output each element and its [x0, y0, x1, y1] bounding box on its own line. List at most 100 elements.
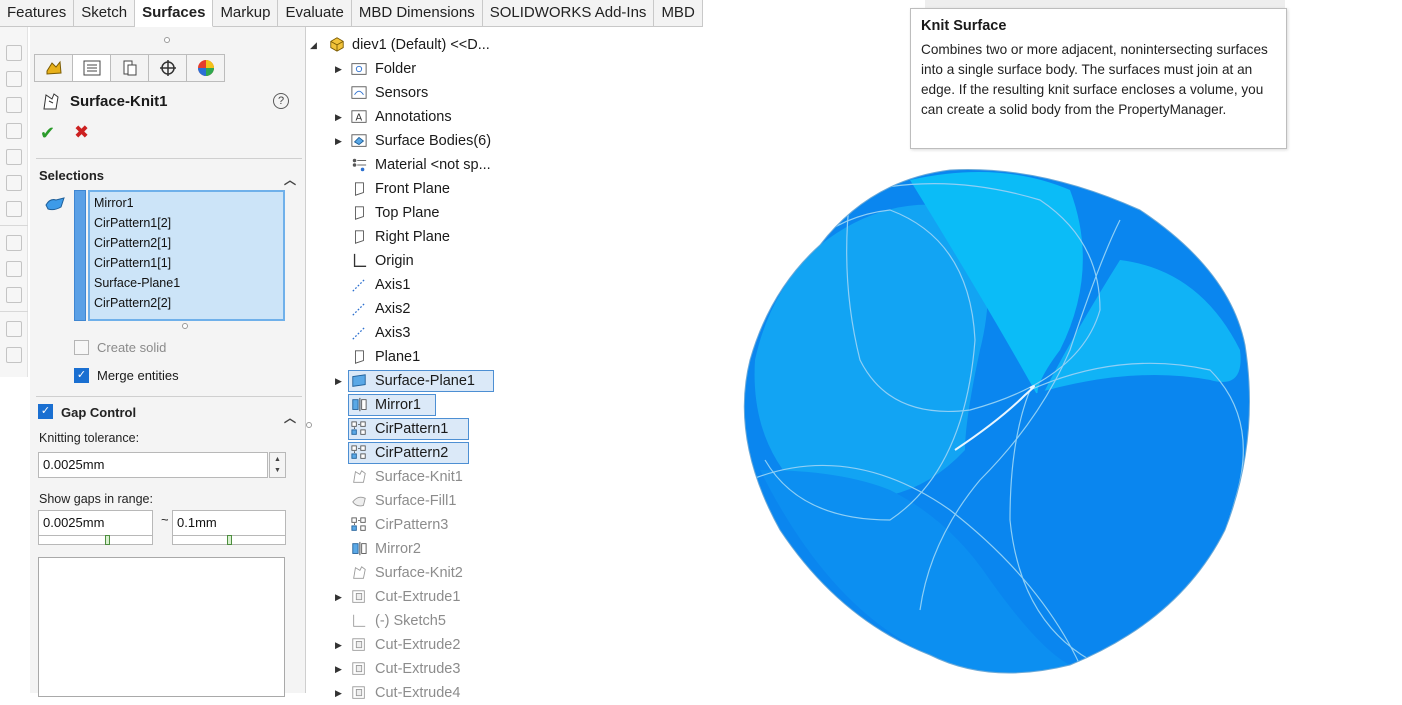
expand-arrow-icon[interactable]: ▶ — [335, 129, 345, 153]
toolbar-icon[interactable] — [6, 123, 22, 139]
list-resize-grip[interactable] — [182, 323, 188, 329]
collapse-arrow-icon[interactable]: ◢ — [310, 33, 320, 57]
heads-up-toolbar — [925, 0, 1285, 8]
ok-button[interactable]: ✔ — [40, 123, 55, 144]
feature-manager-tab[interactable] — [34, 54, 73, 82]
toolbar-icon[interactable] — [6, 235, 22, 251]
list-item[interactable]: CirPattern1[2] — [94, 213, 283, 233]
tab-markup[interactable]: Markup — [213, 0, 279, 27]
show-gaps-label: Show gaps in range: — [39, 492, 153, 506]
selection-color-bar — [74, 190, 86, 321]
command-manager-tabs: Features Sketch Surfaces Markup Evaluate MBD … — [0, 0, 703, 27]
toolbar-divider — [0, 311, 28, 312]
knitting-tolerance-input[interactable]: 0.0025mm — [38, 452, 268, 478]
manager-tabs — [34, 54, 225, 82]
graphics-area-model[interactable] — [740, 160, 1260, 680]
configuration-manager-tab[interactable] — [110, 54, 149, 82]
gaps-list[interactable] — [38, 557, 285, 697]
expand-arrow-icon[interactable]: ▶ — [335, 681, 345, 705]
selections-section-header[interactable]: Selections ︿ — [36, 167, 302, 191]
surface-face — [1010, 375, 1244, 665]
dimxpert-tab[interactable] — [148, 54, 187, 82]
toolbar-icon[interactable] — [6, 261, 22, 277]
svg-text:A: A — [355, 113, 362, 124]
chevron-up-icon[interactable]: ︿ — [284, 409, 296, 426]
toolbar-icon[interactable] — [6, 175, 22, 191]
list-item[interactable]: CirPattern1[1] — [94, 253, 283, 273]
toolbar-icon[interactable] — [6, 45, 22, 61]
tolerance-spinner[interactable]: ▲ ▼ — [269, 452, 286, 478]
help-icon[interactable]: ? — [273, 93, 289, 109]
merge-entities-label: Merge entities — [97, 368, 179, 383]
list-item[interactable]: CirPattern2[2] — [94, 293, 283, 313]
gap-control-checkbox[interactable]: ✓ — [38, 404, 53, 419]
toolbar-icon[interactable] — [6, 97, 22, 113]
tree-item-label: Axis2 — [375, 301, 411, 317]
expand-arrow-icon[interactable]: ▶ — [335, 369, 345, 393]
gap-max-slider[interactable] — [172, 535, 286, 545]
toolbar-icon[interactable] — [6, 201, 22, 217]
expand-arrow-icon[interactable]: ▶ — [335, 57, 345, 81]
toolbar-icon[interactable] — [6, 149, 22, 165]
property-manager-tab[interactable] — [72, 54, 111, 82]
tree-item-label: Cut-Extrude1 — [375, 589, 461, 605]
toolbar-icon[interactable] — [6, 321, 22, 337]
feature-manager-icon — [46, 60, 62, 75]
chevron-up-icon[interactable]: ︿ — [284, 171, 296, 188]
expand-arrow-icon[interactable]: ▶ — [335, 633, 345, 657]
tree-item-label: Mirror2 — [375, 541, 421, 557]
expand-arrow-icon[interactable]: ▶ — [335, 105, 345, 129]
tree-item-label: Cut-Extrude3 — [375, 661, 461, 677]
slider-thumb[interactable] — [227, 535, 232, 545]
tree-item-label: Cut-Extrude4 — [375, 685, 461, 701]
gap-range-min-input[interactable]: 0.0025mm — [38, 510, 153, 536]
toolbar-icon[interactable] — [6, 347, 22, 363]
tree-item-label: Top Plane — [375, 205, 440, 221]
toolbar-icon[interactable] — [6, 287, 22, 303]
spin-down-icon[interactable]: ▼ — [274, 467, 281, 474]
tree-item-label: Axis3 — [375, 325, 411, 341]
tab-evaluate[interactable]: Evaluate — [278, 0, 352, 27]
panel-grip[interactable] — [164, 37, 170, 43]
panel-splitter-grip[interactable] — [306, 422, 312, 428]
expand-arrow-icon[interactable]: ▶ — [335, 585, 345, 609]
spin-up-icon[interactable]: ▲ — [274, 456, 281, 463]
sketch-icon — [353, 614, 366, 627]
cut-extrude-icon — [352, 590, 365, 603]
gap-min-slider[interactable] — [38, 535, 153, 545]
list-item[interactable]: Surface-Plane1 — [94, 273, 283, 293]
tab-solidworks-add-ins[interactable]: SOLIDWORKS Add-Ins — [483, 0, 655, 27]
tab-mbd[interactable]: MBD — [654, 0, 703, 27]
material-icon — [352, 158, 367, 172]
tree-item-label: Mirror1 — [375, 397, 421, 413]
list-item[interactable]: CirPattern2[1] — [94, 233, 283, 253]
tab-mbd-dimensions[interactable]: MBD Dimensions — [352, 0, 483, 27]
selected-entities-list[interactable]: Mirror1 CirPattern1[2] CirPattern2[1] CirPa… — [88, 190, 285, 321]
gap-control-section-header[interactable]: Gap Control ︿ — [60, 405, 302, 429]
display-manager-tab[interactable] — [186, 54, 225, 82]
tooltip-body: Combines two or more adjacent, noninters… — [921, 42, 1268, 117]
merge-entities-checkbox[interactable]: ✓ — [74, 368, 89, 383]
surface-knit-icon — [353, 470, 366, 483]
create-solid-checkbox[interactable] — [74, 340, 89, 355]
cancel-button[interactable]: ✖ — [74, 122, 89, 143]
axis-icon — [352, 302, 366, 316]
tab-surfaces[interactable]: Surfaces — [135, 0, 214, 27]
property-manager-icon — [83, 60, 100, 76]
surface-plane-icon — [352, 374, 366, 387]
toolbar-icon[interactable] — [6, 71, 22, 87]
axis-icon — [352, 326, 366, 340]
folder-icon — [351, 63, 367, 75]
tab-sketch[interactable]: Sketch — [74, 0, 136, 27]
cut-extrude-icon — [352, 686, 365, 699]
left-mini-toolbar — [0, 27, 28, 377]
plane-icon — [355, 206, 364, 220]
gap-range-max-input[interactable]: 0.1mm — [172, 510, 286, 536]
list-item[interactable]: Mirror1 — [94, 193, 283, 213]
slider-thumb[interactable] — [105, 535, 110, 545]
expand-arrow-icon[interactable]: ▶ — [335, 657, 345, 681]
circular-pattern-icon — [351, 517, 366, 531]
knitting-tolerance-label: Knitting tolerance: — [39, 431, 140, 445]
sensors-icon — [351, 86, 367, 99]
tab-features[interactable]: Features — [0, 0, 75, 27]
